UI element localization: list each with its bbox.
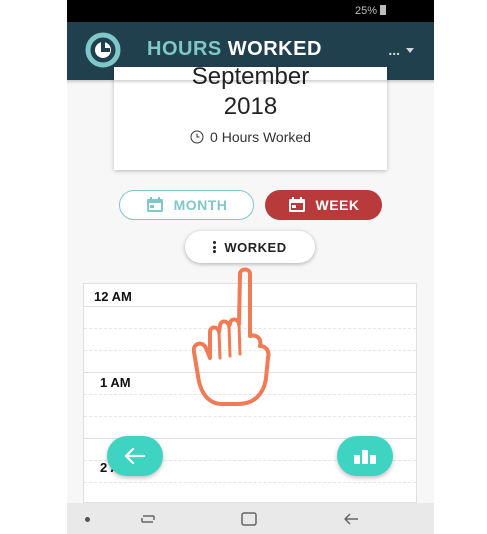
month-view-label: MONTH (173, 197, 228, 213)
back-nav-icon[interactable] (342, 511, 360, 527)
arrow-left-icon (124, 447, 146, 465)
calendar-icon (146, 197, 163, 212)
year: 2018 (223, 93, 278, 120)
status-bar: 25% (67, 0, 434, 22)
battery-indicator: 25% (355, 5, 386, 17)
week-view-button[interactable]: WEEK (265, 190, 382, 220)
recent-apps-icon[interactable] (139, 511, 157, 527)
bar-chart-icon (354, 450, 376, 464)
app-bar-shadow (67, 80, 434, 84)
time-label-12am: 12 AM (94, 289, 132, 304)
week-view-label: WEEK (315, 197, 360, 213)
battery-icon (380, 5, 386, 15)
battery-percent: 25% (354, 5, 377, 17)
overflow-menu-label: ... (388, 42, 400, 58)
pointing-hand-icon (192, 267, 271, 406)
worked-filter-button[interactable]: WORKED (185, 231, 315, 263)
hours-summary: 0 Hours Worked (114, 129, 387, 145)
dropdown-caret-icon (406, 48, 414, 53)
slot-divider (84, 482, 416, 483)
month-name: September (191, 63, 310, 90)
hours-worked-text: 0 Hours Worked (210, 129, 311, 145)
overflow-menu-button[interactable]: ... (388, 42, 414, 58)
slot-divider (84, 416, 416, 417)
worked-filter-label: WORKED (224, 239, 287, 255)
time-label-1am: 1 AM (100, 375, 131, 390)
kebab-icon (213, 240, 217, 255)
system-navigation-bar (67, 503, 434, 534)
back-button[interactable] (107, 436, 163, 476)
month-view-button[interactable]: MONTH (119, 190, 254, 220)
clock-icon (190, 130, 204, 144)
app-title: HOURS WORKED (147, 38, 322, 61)
nav-dot-icon (85, 517, 90, 522)
app-title-highlight: HOURS (147, 38, 222, 60)
home-icon[interactable] (240, 511, 258, 527)
stats-button[interactable] (337, 436, 393, 476)
calendar-icon (288, 197, 305, 212)
app-title-rest: WORKED (227, 38, 322, 60)
